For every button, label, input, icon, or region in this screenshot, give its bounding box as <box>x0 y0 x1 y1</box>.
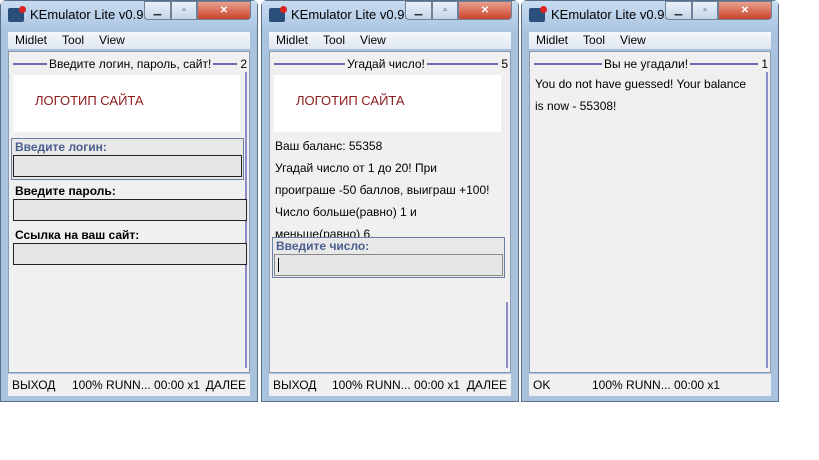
number-input[interactable] <box>274 254 503 276</box>
site-label: Ссылка на ваш сайт: <box>15 228 140 242</box>
status-text: 100% RUNN... 00:00 x1 <box>592 378 721 392</box>
menu-view[interactable]: View <box>620 33 646 47</box>
ok-softkey[interactable]: OK <box>533 378 550 392</box>
app-icon <box>269 6 287 22</box>
logo-text: ЛОГОТИП САЙТА <box>35 93 144 108</box>
status-text: 100% RUNN... 00:00 x1 <box>72 378 201 392</box>
menu-bar: Midlet Tool View <box>269 32 511 49</box>
menu-tool[interactable]: Tool <box>62 33 84 47</box>
menu-midlet[interactable]: Midlet <box>536 33 568 47</box>
menu-midlet[interactable]: Midlet <box>276 33 308 47</box>
password-label: Введите пароль: <box>15 184 116 198</box>
balance-text: Ваш баланс: 55358 <box>275 139 383 153</box>
status-bar: OK 100% RUNN... 00:00 x1 <box>529 374 771 396</box>
form-header: Вы не угадали! 1 <box>534 57 768 71</box>
maximize-button[interactable]: ▫ <box>171 1 197 20</box>
maximize-button[interactable]: ▫ <box>432 1 458 20</box>
form-header: Введите логин, пароль, сайт! 2 <box>13 57 247 71</box>
right-softkey[interactable]: ДАЛЕЕ <box>206 378 246 392</box>
form-header: Угадай число! 5 <box>274 57 508 71</box>
minimize-button[interactable]: ▁ <box>144 1 171 20</box>
scrollbar[interactable] <box>766 72 768 368</box>
status-bar: ВЫХОД 100% RUNN... 00:00 x1 ДАЛЕЕ <box>8 374 250 396</box>
window-title: KEmulator Lite v0.9.7 <box>551 7 676 22</box>
scrollbar[interactable] <box>506 302 508 368</box>
close-button[interactable]: ✕ <box>458 1 512 20</box>
menu-tool[interactable]: Tool <box>583 33 605 47</box>
number-label: Введите число: <box>276 239 370 253</box>
menu-tool[interactable]: Tool <box>323 33 345 47</box>
app-icon <box>8 6 26 22</box>
site-logo: ЛОГОТИП САЙТА <box>13 75 240 132</box>
maximize-button[interactable]: ▫ <box>692 1 718 20</box>
app-icon <box>529 6 547 22</box>
title-bar[interactable]: KEmulator Lite v0.9.7 ▁ ▫ ✕ <box>522 1 778 31</box>
form-title: Угадай число! <box>347 57 425 71</box>
result-line: You do not have guessed! Your balance <box>535 77 747 91</box>
menu-midlet[interactable]: Midlet <box>15 33 47 47</box>
left-softkey[interactable]: ВЫХОД <box>273 378 316 392</box>
result-line: is now - 55308! <box>535 99 617 113</box>
menu-view[interactable]: View <box>99 33 125 47</box>
menu-view[interactable]: View <box>360 33 386 47</box>
form-title: Введите логин, пароль, сайт! <box>49 57 212 71</box>
number-field-group: Введите число: <box>272 237 505 278</box>
status-text: 100% RUNN... 00:00 x1 <box>332 378 461 392</box>
item-count: 1 <box>761 57 769 71</box>
close-button[interactable]: ✕ <box>197 1 251 20</box>
minimize-button[interactable]: ▁ <box>665 1 692 20</box>
info-line: Угадай число от 1 до 20! При <box>275 161 437 175</box>
status-bar: ВЫХОД 100% RUNN... 00:00 x1 ДАЛЕЕ <box>269 374 511 396</box>
device-screen: Угадай число! 5 ЛОГОТИП САЙТА Ваш баланс:… <box>269 51 511 373</box>
window-title: KEmulator Lite v0.9.7 <box>291 7 416 22</box>
menu-bar: Midlet Tool View <box>529 32 771 49</box>
device-screen: Введите логин, пароль, сайт! 2 ЛОГОТИП СА… <box>8 51 250 373</box>
login-field-group: Введите логин: <box>11 138 244 180</box>
info-line: Число больше(равно) 1 и <box>275 205 417 219</box>
left-softkey[interactable]: ВЫХОД <box>12 378 55 392</box>
item-count: 2 <box>240 57 247 71</box>
menu-bar: Midlet Tool View <box>8 32 250 49</box>
right-softkey[interactable]: ДАЛЕЕ <box>467 378 507 392</box>
item-count: 5 <box>501 57 508 71</box>
minimize-button[interactable]: ▁ <box>405 1 432 20</box>
site-logo: ЛОГОТИП САЙТА <box>274 75 501 132</box>
login-label: Введите логин: <box>15 140 107 154</box>
emulator-window-result: KEmulator Lite v0.9.7 ▁ ▫ ✕ Midlet Tool Vi… <box>521 0 779 402</box>
device-screen: Вы не угадали! 1 You do not have guessed!… <box>529 51 771 373</box>
info-line: проиграше -50 баллов, выиграш +100! <box>275 183 490 197</box>
form-title: Вы не угадали! <box>603 57 689 71</box>
close-button[interactable]: ✕ <box>718 1 772 20</box>
logo-text: ЛОГОТИП САЙТА <box>296 93 405 108</box>
text-cursor <box>278 258 279 272</box>
emulator-window-login: KEmulator Lite v0.9.7 ▁ ▫ ✕ Midlet Tool Vi… <box>0 0 258 402</box>
window-title: KEmulator Lite v0.9.7 <box>30 7 155 22</box>
title-bar[interactable]: KEmulator Lite v0.9.7 ▁ ▫ ✕ <box>262 1 518 31</box>
site-input[interactable] <box>13 243 247 265</box>
login-input[interactable] <box>13 155 242 177</box>
password-input[interactable] <box>13 199 247 221</box>
title-bar[interactable]: KEmulator Lite v0.9.7 ▁ ▫ ✕ <box>1 1 257 31</box>
emulator-window-guess: KEmulator Lite v0.9.7 ▁ ▫ ✕ Midlet Tool Vi… <box>261 0 519 402</box>
